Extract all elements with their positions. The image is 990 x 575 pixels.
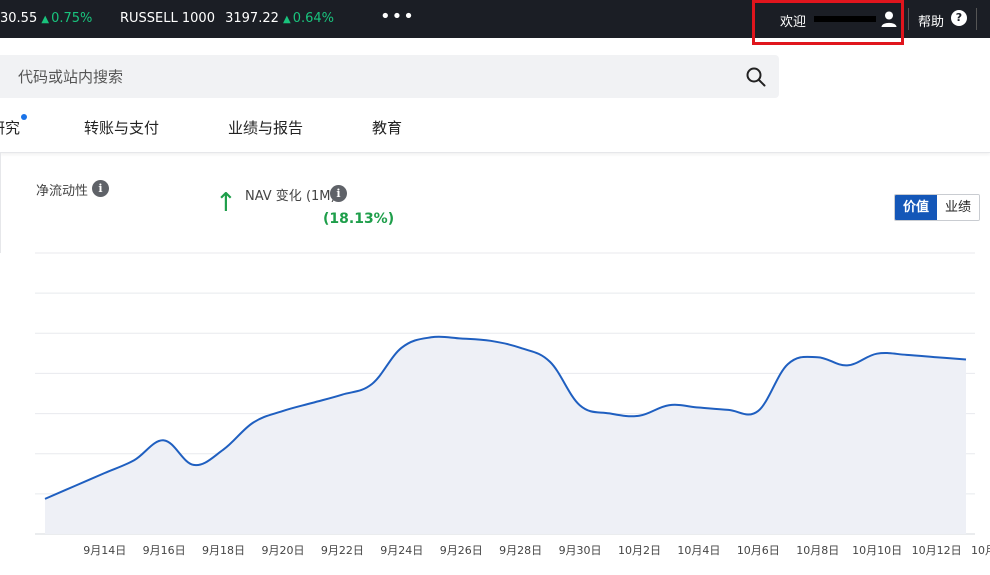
notification-dot [21,114,27,120]
market-ticker-bar: 30.55 ▲ 0.75% RUSSELL 1000 3197.22 ▲ 0.64%… [0,0,990,38]
x-tick-label: 9月14日 [83,544,126,557]
x-tick-label: 10月12日 [912,544,962,557]
help-link[interactable]: 帮助 [918,11,944,30]
nav-item-education[interactable]: 教育 [372,117,402,138]
search-input[interactable] [16,65,720,89]
help-icon[interactable]: ? [951,10,967,26]
arrow-up-icon: ↑ [215,188,237,218]
nav-area-chart: 9月14日 9月16日 9月18日 9月20日 9月22日 9月24日 9月26日 9月28日… [35,252,990,557]
x-tick-label: 9月30日 [559,544,602,557]
x-tick-label: 10月2日 [618,544,661,557]
nav-item-transfer-payment[interactable]: 转账与支付 [84,117,159,138]
x-tick-label: 9月22日 [321,544,364,557]
x-axis-ticks: 9月14日 9月16日 9月18日 9月20日 9月22日 9月24日 9月26日 9月28日… [83,544,990,557]
redacted-username [814,16,876,22]
nav-change-label: NAV 变化 (1M) [245,189,336,204]
x-tick-label: 10月6日 [737,544,780,557]
info-icon[interactable]: i [92,180,109,197]
x-tick-label: 9月28日 [499,544,542,557]
ticker-name: RUSSELL 1000 [120,11,215,26]
x-tick-label: 10月4日 [677,544,720,557]
ticker-value: 30.55 [0,11,38,26]
x-tick-label: 10月10日 [852,544,902,557]
x-tick-label: 9月20日 [261,544,304,557]
main-nav: 研究 转账与支付 业绩与报告 教育 [0,100,990,153]
up-triangle-icon: ▲ [283,14,291,25]
ticker-item-index-partial[interactable]: 30.55 ▲ 0.75% [0,11,92,26]
welcome-text: 欢迎 [780,15,807,30]
ticker-change-value: 0.75% [51,11,93,26]
ticker-value: 3197.22 [225,11,279,26]
ticker-item-russell-1000[interactable]: RUSSELL 1000 3197.22 ▲ 0.64% [120,11,334,26]
info-icon[interactable]: i [330,185,347,202]
toggle-value-button[interactable]: 价值 [895,195,938,220]
x-tick-label: 9月26日 [440,544,483,557]
search-bar [0,55,779,98]
nav-change-value: (18.13%) [323,211,395,227]
ticker-change: ▲ 0.75% [41,11,92,26]
x-tick-label: 9月24日 [380,544,423,557]
x-tick-label: 10月14日 [971,544,990,557]
x-tick-label: 10月8日 [796,544,839,557]
ticker-change-value: 0.64% [292,11,335,26]
area-fill [45,336,966,534]
chart-mode-toggle: 价值 业绩 [894,194,981,221]
nav-item-research[interactable]: 研究 [0,117,20,138]
more-options-icon[interactable]: ••• [380,6,415,27]
up-triangle-icon: ▲ [41,14,50,25]
ticker-change: ▲ 0.64% [283,11,334,26]
nav-item-performance-reports[interactable]: 业绩与报告 [228,117,303,138]
panel-divider [0,153,1,253]
toggle-performance-button[interactable]: 业绩 [937,195,980,220]
x-tick-label: 9月16日 [143,544,186,557]
x-tick-label: 9月18日 [202,544,245,557]
net-liquidity-label: 净流动性 [36,184,89,199]
search-icon[interactable] [745,66,767,88]
topbar-divider [908,8,909,30]
topbar-divider [976,8,977,30]
user-icon[interactable] [880,10,898,28]
